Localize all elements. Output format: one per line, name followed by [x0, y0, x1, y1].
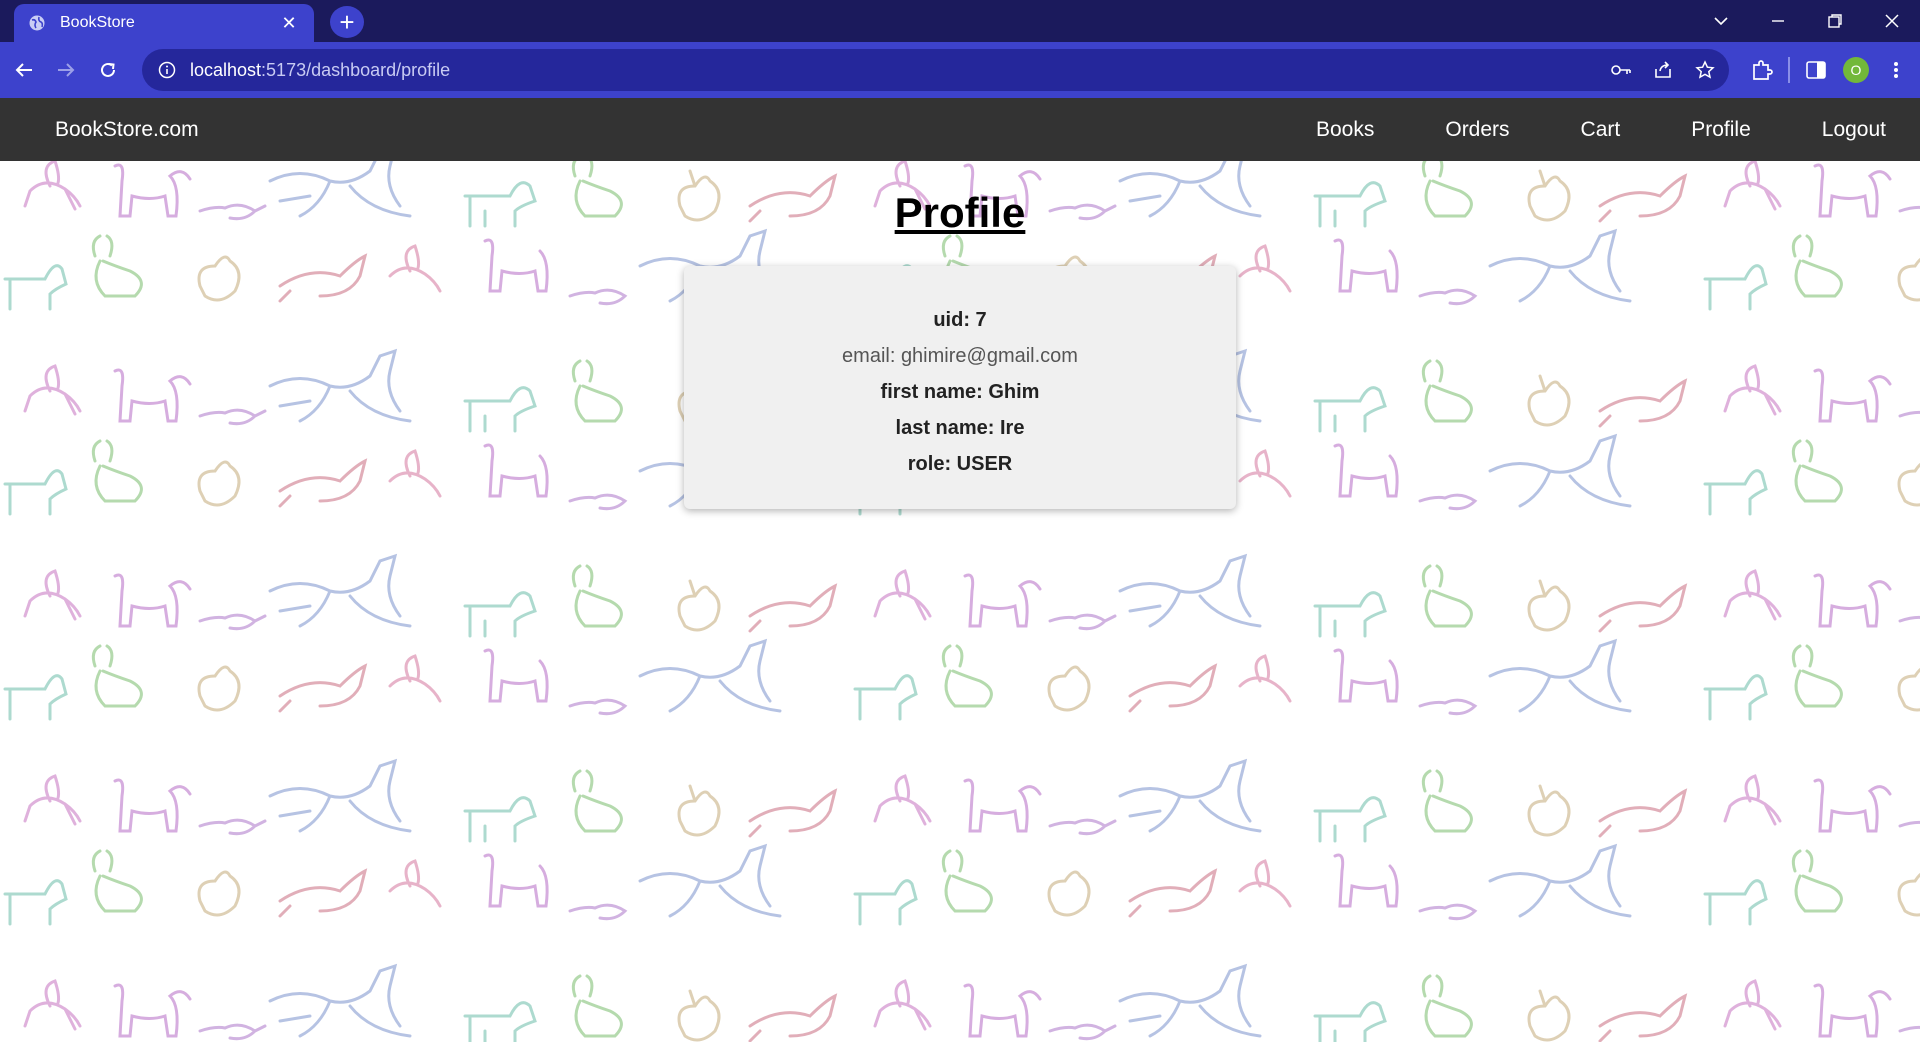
- profile-role: role: USER: [907, 453, 1013, 475]
- new-tab-button[interactable]: +: [330, 6, 364, 38]
- browser-tab-strip: BookStore ✕ +: [0, 0, 1920, 42]
- nav-link-orders[interactable]: Orders: [1445, 118, 1509, 142]
- profile-card: uid: 7 email: ghimire@gmail.com first na…: [684, 266, 1236, 509]
- address-bar[interactable]: localhost:5173/dashboard/profile: [142, 49, 1729, 91]
- close-window-icon[interactable]: [1863, 0, 1920, 42]
- profile-first-name: first name: Ghim: [880, 381, 1040, 403]
- back-arrow-icon[interactable]: [8, 54, 40, 86]
- toolbar-divider: [1788, 57, 1790, 83]
- nav-link-logout[interactable]: Logout: [1822, 118, 1886, 142]
- close-icon[interactable]: ✕: [278, 12, 300, 34]
- browser-tab[interactable]: BookStore ✕: [14, 4, 314, 42]
- extensions-puzzle-icon[interactable]: [1742, 50, 1782, 90]
- profile-uid: uid: 7: [933, 309, 987, 331]
- forward-arrow-icon[interactable]: [50, 54, 82, 86]
- window-controls: [1692, 0, 1920, 42]
- share-icon[interactable]: [1649, 56, 1677, 84]
- site-info-icon[interactable]: [156, 59, 178, 81]
- tab-search-icon[interactable]: [1692, 0, 1749, 42]
- profile-email: email: ghimire@gmail.com: [842, 345, 1078, 367]
- restore-icon[interactable]: [1806, 0, 1863, 42]
- brand-link[interactable]: BookStore.com: [55, 118, 199, 142]
- profile-last-name: last name: Ire: [895, 417, 1025, 439]
- page-content: Profile uid: 7 email: ghimire@gmail.com …: [0, 161, 1920, 1042]
- profile-avatar[interactable]: O: [1836, 50, 1876, 90]
- kebab-menu-icon[interactable]: [1876, 50, 1916, 90]
- globe-icon: [28, 14, 46, 32]
- reload-icon[interactable]: [92, 54, 124, 86]
- browser-toolbar: localhost:5173/dashboard/profile O: [0, 42, 1920, 98]
- nav-link-cart[interactable]: Cart: [1581, 118, 1621, 142]
- key-icon[interactable]: [1607, 56, 1635, 84]
- nav-links: Books Orders Cart Profile Logout: [1316, 98, 1920, 161]
- nav-link-books[interactable]: Books: [1316, 118, 1374, 142]
- tab-title: BookStore: [60, 14, 135, 31]
- app-navbar: BookStore.com Books Orders Cart Profile …: [0, 98, 1920, 161]
- side-panel-icon[interactable]: [1796, 50, 1836, 90]
- bookmark-star-icon[interactable]: [1691, 56, 1719, 84]
- page-title: Profile: [894, 189, 1026, 236]
- minimize-icon[interactable]: [1749, 0, 1806, 42]
- url-text: localhost:5173/dashboard/profile: [190, 59, 451, 80]
- nav-link-profile[interactable]: Profile: [1691, 118, 1751, 142]
